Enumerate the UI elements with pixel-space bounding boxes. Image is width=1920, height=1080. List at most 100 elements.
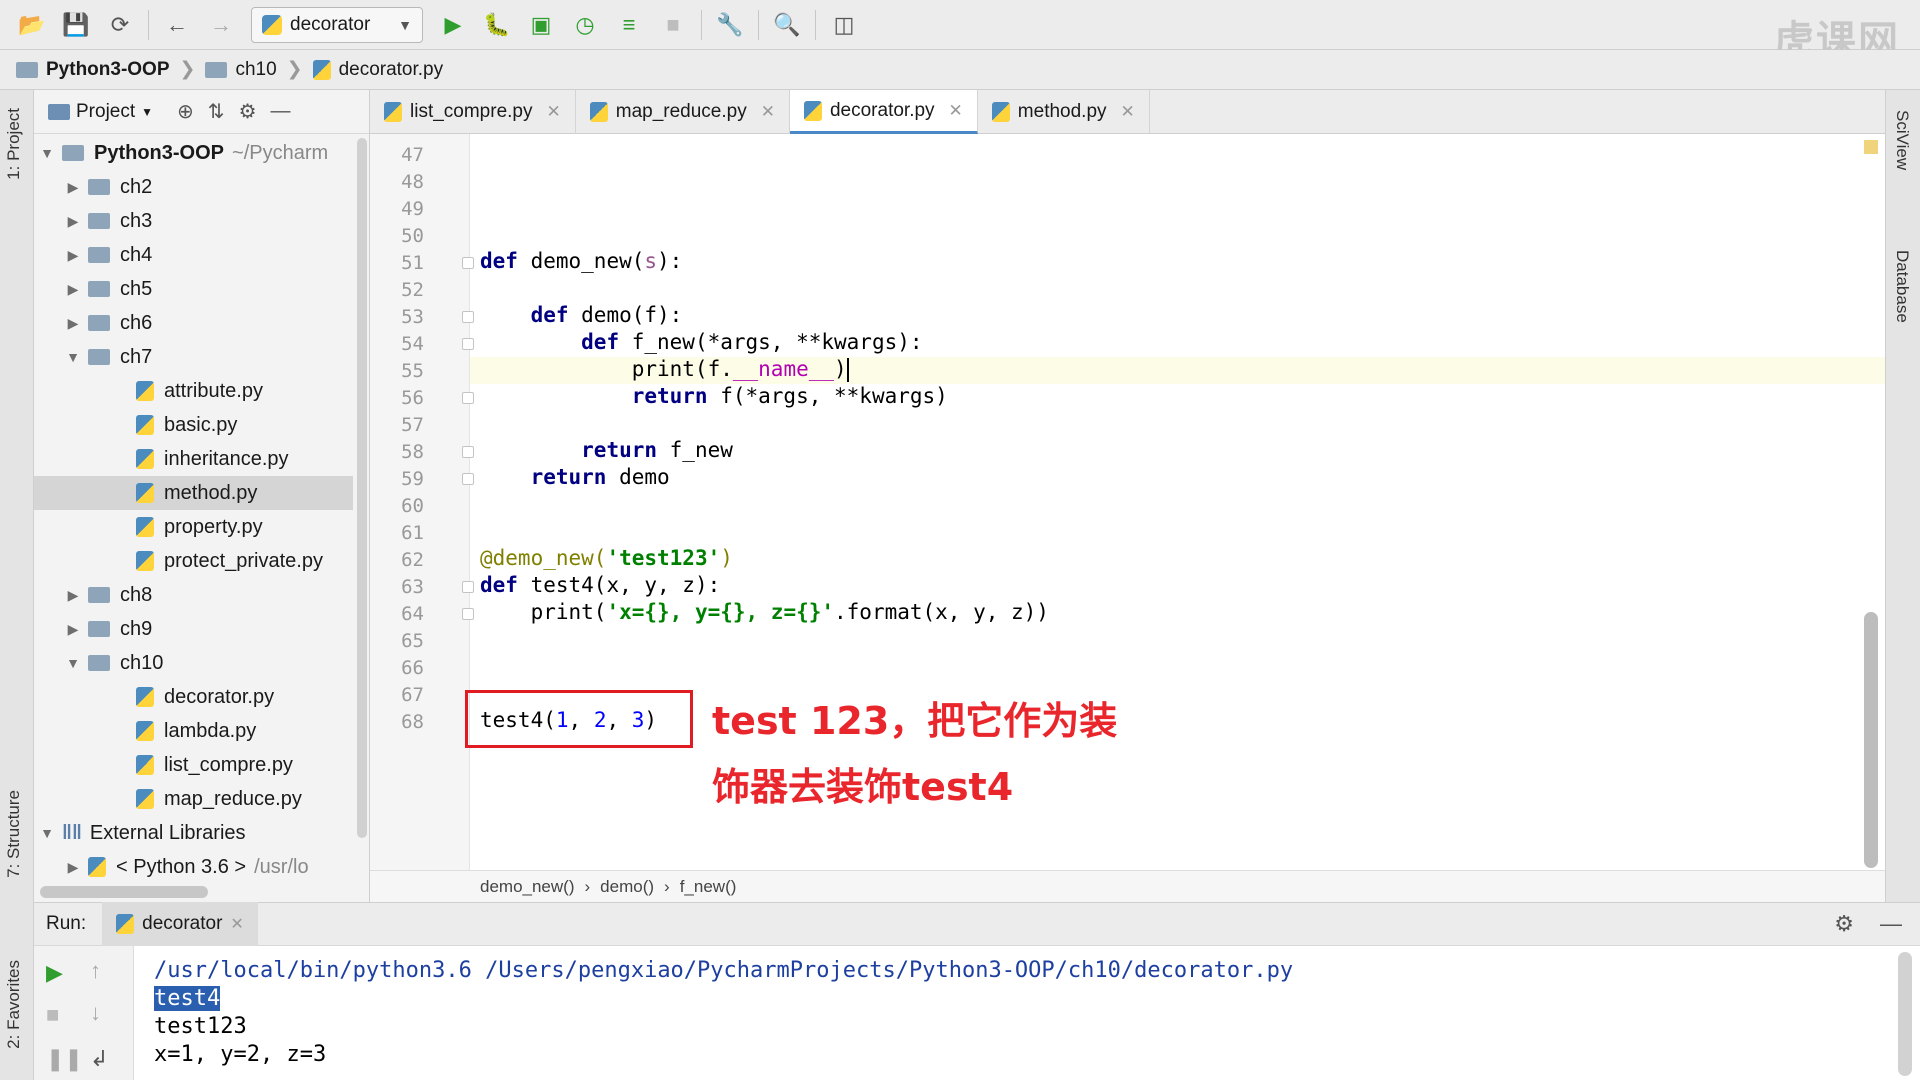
fold-marker-icon[interactable] <box>462 338 474 350</box>
back-arrow-icon[interactable]: ← <box>161 9 193 41</box>
tree-folder-ch2[interactable]: ▶ ch2 <box>34 170 353 204</box>
library-icon: ‖‖ <box>62 821 82 844</box>
hide-icon[interactable]: — <box>271 100 291 123</box>
favorites-tool-tab[interactable]: 2: Favorites <box>4 960 24 1049</box>
python-file-icon <box>136 789 154 809</box>
python-icon <box>262 14 282 35</box>
run-tab-decorator[interactable]: decorator ✕ <box>102 902 258 946</box>
project-vertical-scrollbar[interactable] <box>357 138 367 838</box>
sync-icon[interactable]: ⟳ <box>104 9 136 41</box>
code-crumb[interactable]: demo() <box>600 877 654 897</box>
tree-file-list-compre[interactable]: list_compre.py <box>34 748 353 782</box>
chevron-right-icon: › <box>664 876 670 896</box>
tree-file-map-reduce[interactable]: map_reduce.py <box>34 782 353 816</box>
run-console[interactable]: /usr/local/bin/python3.6 /Users/pengxiao… <box>134 946 1920 1080</box>
collapse-arrow-icon: ▶ <box>67 246 79 263</box>
tree-file-lambda[interactable]: lambda.py <box>34 714 353 748</box>
tree-file-property[interactable]: property.py <box>34 510 353 544</box>
tree-folder-ch8[interactable]: ▶ ch8 <box>34 578 353 612</box>
inspection-marker[interactable] <box>1864 140 1878 154</box>
tab-method[interactable]: method.py ✕ <box>978 90 1150 134</box>
tree-file-inheritance[interactable]: inheritance.py <box>34 442 353 476</box>
console-scrollbar[interactable] <box>1898 952 1912 1076</box>
translate-icon[interactable]: ◫ <box>828 9 860 41</box>
gear-icon[interactable]: ⚙ <box>239 99 257 124</box>
breadcrumb-file[interactable]: decorator.py <box>312 59 443 81</box>
console-command-line: /usr/local/bin/python3.6 /Users/pengxiao… <box>154 958 1294 983</box>
tree-file-decorator[interactable]: decorator.py <box>34 680 353 714</box>
code-crumb[interactable]: f_new() <box>680 877 737 897</box>
sciview-tool-tab[interactable]: SciView <box>1892 110 1912 170</box>
fold-marker-icon[interactable] <box>462 446 474 458</box>
fold-marker-icon[interactable] <box>462 581 474 593</box>
tree-python-sdk[interactable]: ▶ < Python 3.6 > /usr/lo <box>34 850 353 884</box>
tree-folder-ch5[interactable]: ▶ ch5 <box>34 272 353 306</box>
breadcrumb-project[interactable]: Python3-OOP <box>16 59 170 81</box>
run-icon[interactable]: ▶ <box>437 9 469 41</box>
tree-folder-ch6[interactable]: ▶ ch6 <box>34 306 353 340</box>
fold-marker-icon[interactable] <box>462 311 474 323</box>
tree-file-method[interactable]: method.py <box>34 476 353 510</box>
forward-arrow-icon[interactable]: → <box>205 9 237 41</box>
project-tool-tab[interactable]: 1: Project <box>4 108 24 180</box>
soft-wrap-icon[interactable]: ↲ <box>90 1046 108 1072</box>
line-number: 62 <box>401 549 424 571</box>
line-number: 52 <box>401 279 424 301</box>
tree-external-libraries[interactable]: ▼ ‖‖ External Libraries <box>34 816 353 850</box>
run-configuration-dropdown[interactable]: decorator ▼ <box>251 6 423 43</box>
fold-marker-icon[interactable] <box>462 392 474 404</box>
breadcrumb-folder[interactable]: ch10 <box>205 59 277 81</box>
close-icon[interactable]: ✕ <box>547 102 561 122</box>
close-icon[interactable]: ✕ <box>1121 102 1135 122</box>
tree-folder-ch3[interactable]: ▶ ch3 <box>34 204 353 238</box>
tree-root-path: ~/Pycharm <box>232 141 329 164</box>
gear-icon[interactable]: ⚙ <box>1834 911 1854 937</box>
scroll-down-icon[interactable]: ↓ <box>90 1000 101 1026</box>
tree-folder-ch4[interactable]: ▶ ch4 <box>34 238 353 272</box>
code-editor[interactable]: def demo_new(s): def demo(f): def f_new(… <box>470 134 1885 870</box>
tree-root[interactable]: ▼ Python3-OOP ~/Pycharm <box>34 136 353 170</box>
project-view-selector[interactable]: Project ▼ <box>48 101 153 123</box>
tree-folder-ch9[interactable]: ▶ ch9 <box>34 612 353 646</box>
collapse-all-icon[interactable]: ⇅ <box>208 99 225 124</box>
run-with-coverage-icon[interactable]: ▣ <box>525 9 557 41</box>
tree-folder-ch10[interactable]: ▼ ch10 <box>34 646 353 680</box>
tab-decorator[interactable]: decorator.py ✕ <box>789 90 978 134</box>
fold-marker-icon[interactable] <box>462 608 474 620</box>
wrench-icon[interactable]: 🔧 <box>714 9 746 41</box>
tab-list-compre[interactable]: list_compre.py ✕ <box>370 90 576 134</box>
tree-folder-ch7[interactable]: ▼ ch7 <box>34 340 353 374</box>
hide-icon[interactable]: — <box>1880 911 1902 937</box>
tab-label: list_compre.py <box>410 101 533 122</box>
locate-icon[interactable]: ⊕ <box>177 99 194 124</box>
chevron-right-icon: ❯ <box>286 59 303 80</box>
code-crumb[interactable]: demo_new() <box>480 877 575 897</box>
fold-marker-icon[interactable] <box>462 257 474 269</box>
close-icon[interactable]: ✕ <box>761 102 775 122</box>
scroll-up-icon[interactable]: ↑ <box>90 958 101 984</box>
folder-icon <box>88 315 110 331</box>
tree-file-basic[interactable]: basic.py <box>34 408 353 442</box>
debug-icon[interactable]: 🐛 <box>481 9 513 41</box>
stop-icon[interactable]: ■ <box>46 1002 59 1028</box>
python-file-icon <box>384 102 402 122</box>
fold-marker-icon[interactable] <box>462 473 474 485</box>
stop-icon[interactable]: ■ <box>657 9 689 41</box>
project-horizontal-scrollbar[interactable] <box>40 886 208 898</box>
profile-icon[interactable]: ◷ <box>569 9 601 41</box>
rerun-icon[interactable]: ▶ <box>46 960 63 986</box>
structure-tool-tab[interactable]: 7: Structure <box>4 790 24 878</box>
tree-file-protect-private[interactable]: protect_private.py <box>34 544 353 578</box>
save-icon[interactable]: 💾 <box>60 9 92 41</box>
search-icon[interactable]: 🔍 <box>771 9 803 41</box>
tab-map-reduce[interactable]: map_reduce.py ✕ <box>576 90 790 134</box>
database-tool-tab[interactable]: Database <box>1892 250 1912 323</box>
pause-icon[interactable]: ❚❚ <box>46 1046 83 1072</box>
concurrency-icon[interactable]: ≡ <box>613 9 645 41</box>
tree-file-attribute[interactable]: attribute.py <box>34 374 353 408</box>
open-folder-icon[interactable]: 📂 <box>16 9 48 41</box>
editor-scrollbar[interactable] <box>1864 612 1878 868</box>
close-icon[interactable]: ✕ <box>230 914 243 934</box>
close-icon[interactable]: ✕ <box>949 101 963 121</box>
tree-item-label: ch3 <box>120 209 153 232</box>
